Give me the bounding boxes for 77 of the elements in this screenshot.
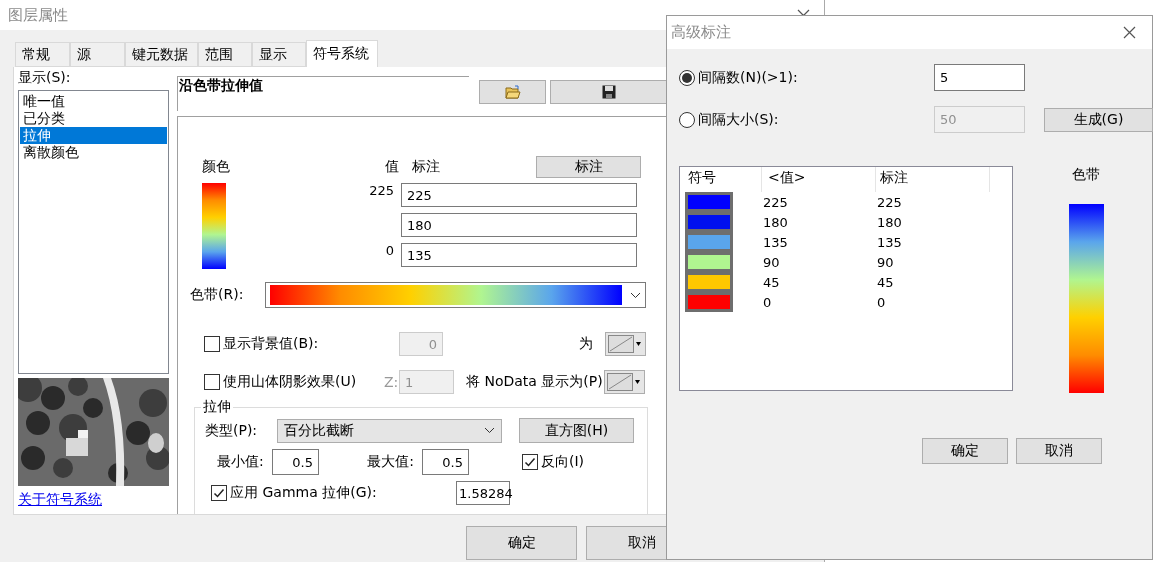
list-item[interactable]: 唯一值 xyxy=(20,93,167,110)
field-label: 类型(P): xyxy=(205,421,259,440)
table-cell-text: 0 xyxy=(877,294,887,310)
value-text: 0 xyxy=(385,243,394,258)
table-cell-text: 45 xyxy=(877,274,895,290)
field-label: 显示(S): xyxy=(18,69,72,87)
radio-button[interactable] xyxy=(679,69,695,86)
max-value-field[interactable]: 0.5 xyxy=(422,449,469,475)
checkbox-label: 应用 Gamma 拉伸(G): xyxy=(230,484,378,502)
column-header: 值 xyxy=(385,158,400,176)
tab[interactable]: 范围 xyxy=(198,42,252,67)
tab[interactable]: 符号系统 xyxy=(306,40,378,67)
caret-icon xyxy=(635,380,640,384)
empty-symbol-icon xyxy=(607,373,633,391)
radio-label: 间隔数(N)(>1): xyxy=(698,68,799,87)
ramp-label: 色带 xyxy=(1072,166,1100,184)
min-value-field[interactable]: 0.5 xyxy=(272,449,319,475)
interval-field[interactable]: 5 xyxy=(934,64,1025,91)
list-item[interactable]: 已分类 xyxy=(20,110,167,127)
checkbox-label: 反向(I) xyxy=(541,453,586,471)
column-header: <值> xyxy=(762,167,876,192)
tab[interactable]: 源 xyxy=(70,42,125,67)
gamma-field[interactable]: 1.58284 xyxy=(456,481,510,505)
list-item[interactable]: 拉伸 xyxy=(20,127,167,144)
window-title: 图层属性 xyxy=(8,5,68,25)
label-field[interactable]: 135 xyxy=(401,243,637,267)
value-text: 225 xyxy=(369,183,394,198)
radio-label: 间隔大小(S): xyxy=(698,110,780,129)
label-field[interactable]: 225 xyxy=(401,183,637,207)
save-button[interactable] xyxy=(550,80,667,104)
table-cell-text: 180 xyxy=(877,214,903,230)
ok-button[interactable]: 确定 xyxy=(466,526,577,560)
table-cell-text: 90 xyxy=(763,254,781,270)
checkbox[interactable] xyxy=(522,454,538,470)
symbol-dropdown[interactable] xyxy=(604,370,645,394)
stretch-type-dropdown[interactable]: 百分比截断 xyxy=(277,418,502,443)
checkbox-label: 显示背景值(B): xyxy=(223,335,320,353)
field-label: Z: xyxy=(384,374,399,390)
caret-icon xyxy=(636,342,641,346)
table-cell-text: 225 xyxy=(877,194,903,210)
color-ramp-dropdown[interactable] xyxy=(265,282,646,308)
histogram-button[interactable]: 直方图(H) xyxy=(519,418,634,443)
tab[interactable]: 常规 xyxy=(15,42,70,67)
close-icon[interactable] xyxy=(1123,26,1136,39)
generate-button[interactable]: 生成(G) xyxy=(1044,107,1153,132)
table-cell-text: 135 xyxy=(763,234,789,250)
table-cell-text: 0 xyxy=(763,294,773,310)
empty-symbol-icon xyxy=(608,335,634,353)
list-item[interactable]: 离散颜色 xyxy=(20,144,167,161)
group-title: 拉伸 xyxy=(202,398,232,416)
ok-button[interactable]: 确定 xyxy=(922,438,1008,464)
tab[interactable]: 显示 xyxy=(252,42,306,67)
column-header: 标注 xyxy=(876,167,990,192)
folder-icon xyxy=(504,85,521,99)
field-label: 最大值: xyxy=(366,453,415,471)
field-label: 色带(R): xyxy=(190,286,245,304)
label-field[interactable]: 180 xyxy=(401,213,637,237)
table-cell-text: 180 xyxy=(763,214,789,230)
column-header: 颜色 xyxy=(202,158,231,176)
label-button[interactable]: 标注 xyxy=(536,156,641,178)
table-cell-text: 225 xyxy=(763,194,789,210)
column-header: 标注 xyxy=(412,158,441,176)
table-cell-text: 135 xyxy=(877,234,903,250)
checkbox[interactable] xyxy=(211,485,227,501)
field-label: 将 NoData 显示为(P) xyxy=(465,373,604,391)
cancel-button[interactable]: 取消 xyxy=(1016,438,1102,464)
tab[interactable]: 键元数据 xyxy=(125,42,198,67)
symbol-dropdown[interactable] xyxy=(605,332,646,356)
table-cell-text: 45 xyxy=(763,274,781,290)
field-label: 为 xyxy=(578,335,594,353)
field-label: 最小值: xyxy=(217,453,265,471)
dropdown-value: 百分比截断 xyxy=(284,421,354,440)
about-link[interactable]: 关于符号系统 xyxy=(18,491,171,509)
renderer-title: 沿色带拉伸值 xyxy=(177,76,469,111)
dialog-title: 高级标注 xyxy=(671,23,731,42)
checkbox-label: 使用山体阴影效果(U) xyxy=(223,373,358,391)
table-cell-text: 90 xyxy=(877,254,895,270)
